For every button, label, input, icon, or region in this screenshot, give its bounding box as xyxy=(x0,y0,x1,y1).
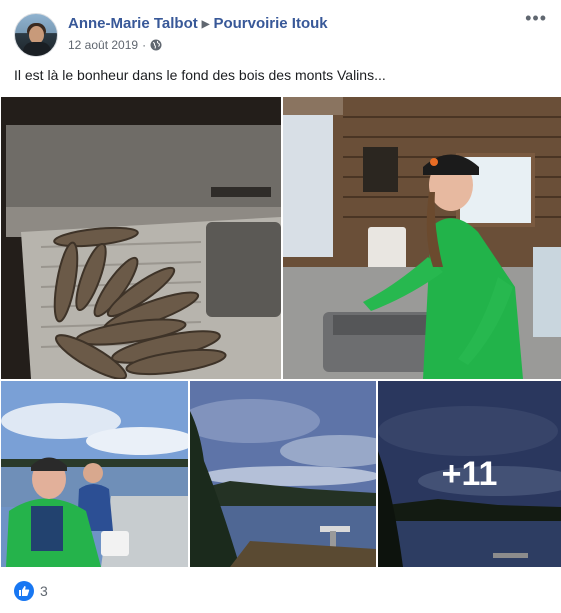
reactions-summary[interactable]: 3 xyxy=(14,580,48,602)
photo-girl-at-sink[interactable] xyxy=(283,97,561,379)
photo-fish-on-counter[interactable] xyxy=(1,97,281,379)
meta-separator: · xyxy=(142,38,147,52)
post-title: Anne-Marie Talbot ▶ Pourvoirie Itouk xyxy=(68,15,328,32)
globe-icon[interactable] xyxy=(150,39,162,54)
author-name-link[interactable]: Anne-Marie Talbot xyxy=(68,15,198,32)
photo-boat-selfie[interactable] xyxy=(1,381,188,567)
post-date-link[interactable]: 12 août 2019 xyxy=(68,38,138,52)
post-header: Anne-Marie Talbot ▶ Pourvoirie Itouk 12 ao… xyxy=(0,0,561,60)
reaction-count[interactable]: 3 xyxy=(40,583,48,599)
photo-lake-dusk[interactable] xyxy=(190,381,376,567)
more-options-button[interactable]: ••• xyxy=(525,8,547,29)
page-name-link[interactable]: Pourvoirie Itouk xyxy=(213,15,327,32)
post-meta: 12 août 2019 · xyxy=(68,38,162,54)
author-avatar[interactable] xyxy=(14,13,58,57)
post-text: Il est là le bonheur dans le fond des bo… xyxy=(14,67,386,83)
shared-to-arrow-icon: ▶ xyxy=(201,19,210,30)
more-photos-overlay[interactable]: +11 xyxy=(378,381,561,567)
more-photos-count: +11 xyxy=(441,454,498,493)
photo-lake-night-more[interactable]: +11 xyxy=(378,381,561,567)
like-icon[interactable] xyxy=(14,581,34,601)
